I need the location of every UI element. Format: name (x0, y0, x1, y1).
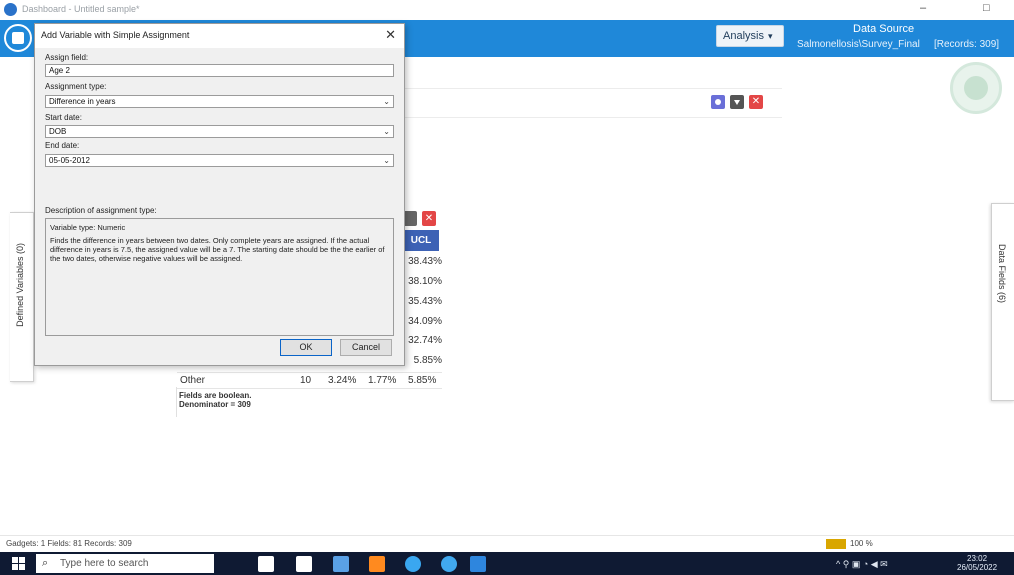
chevron-down-icon: ⌄ (383, 127, 390, 136)
row-lcl: 1.77% (368, 375, 397, 386)
gear-app-icon[interactable] (441, 556, 457, 572)
assignment-type-value: Difference in years (49, 97, 116, 106)
end-date-select[interactable]: 05-05-2012 ⌄ (45, 154, 394, 167)
dialog-title-bar: Add Variable with Simple Assignment ✕ (35, 24, 404, 48)
minimize-button[interactable]: – (920, 2, 926, 14)
status-bar: Gadgets: 1 Fields: 81 Records: 309 100 % (0, 535, 1014, 553)
assignment-type-label: Assignment type: (45, 82, 107, 91)
gadget-settings-icon[interactable] (711, 95, 725, 109)
end-date-label: End date: (45, 141, 80, 150)
chevron-down-icon: ▾ (767, 31, 773, 41)
ucl-cell: 34.09% (408, 316, 442, 327)
app-logo-icon[interactable] (4, 24, 32, 52)
defined-variables-label: Defined Variables (0) (15, 243, 25, 327)
data-fields-tab[interactable]: Data Fields (6) (991, 203, 1014, 401)
audio-app-icon[interactable] (296, 556, 312, 572)
analysis-label: Analysis (723, 30, 764, 42)
ucl-cell: 32.74% (408, 335, 442, 346)
footnote-line: Denominator = 309 (179, 400, 251, 409)
ucl-cell: 35.43% (408, 296, 442, 307)
add-variable-dialog: Add Variable with Simple Assignment ✕ As… (34, 23, 405, 366)
mail-app-icon[interactable] (333, 556, 349, 572)
taskbar-clock[interactable]: 23:02 26/05/2022 (957, 554, 997, 572)
table-filter-icon[interactable] (403, 211, 417, 226)
ucl-column-header: UCL (403, 230, 439, 251)
app-icon (4, 3, 17, 16)
description-label: Description of assignment type: (45, 206, 157, 215)
row-label: Other (180, 375, 206, 386)
windows-taskbar: ⌕ Type here to search ^ ⚲ ▣ ◔ ◀ ✉ 23:02 … (0, 552, 1014, 575)
description-text: Finds the difference in years between tw… (50, 236, 385, 263)
row-ucl: 5.85% (408, 375, 437, 386)
defined-variables-tab[interactable]: Defined Variables (0) (10, 212, 34, 382)
row-percent: 3.24% (328, 375, 357, 386)
gadget-filter-icon[interactable] (730, 95, 744, 109)
ucl-cell: 5.85% (413, 355, 442, 366)
assign-field-input[interactable]: Age 2 (45, 64, 394, 77)
dialog-close-icon[interactable]: ✕ (385, 27, 396, 43)
assignment-type-select[interactable]: Difference in years ⌄ (45, 95, 394, 108)
start-date-value: DOB (49, 127, 67, 136)
table-close-icon[interactable]: ✕ (422, 211, 436, 226)
start-date-select[interactable]: DOB ⌄ (45, 125, 394, 138)
ucl-cell: 38.43% (408, 256, 442, 267)
penguin-app-icon[interactable] (258, 556, 274, 572)
window-title-bar: Dashboard - Untitled sample* – □ (0, 0, 1014, 21)
analysis-dropdown[interactable]: Analysis ▾ (716, 25, 784, 47)
blue-circle-app-icon[interactable] (405, 556, 421, 572)
clock-date: 26/05/2022 (957, 563, 998, 572)
footnote-line: Fields are boolean. (179, 391, 252, 400)
description-box: Variable type: Numeric Finds the differe… (45, 218, 394, 336)
clock-time: 23:02 (967, 554, 988, 563)
data-source-path[interactable]: Salmonellosis\Survey_Final (797, 39, 920, 50)
cancel-button[interactable]: Cancel (340, 339, 392, 356)
dialog-title: Add Variable with Simple Assignment (41, 30, 190, 40)
gadget-toolbar-strip (402, 88, 782, 118)
end-date-value: 05-05-2012 (49, 156, 90, 165)
chevron-down-icon: ⌄ (383, 156, 390, 165)
start-date-label: Start date: (45, 113, 82, 122)
data-fields-label: Data Fields (6) (997, 244, 1007, 304)
data-source-records: [Records: 309] (934, 39, 1000, 50)
maximize-button[interactable]: □ (983, 2, 990, 14)
zoom-level[interactable]: 100 % (850, 539, 873, 548)
ucl-cell: 38.10% (408, 276, 442, 287)
ok-button[interactable]: OK (280, 339, 332, 356)
table-footnote: Fields are boolean. Denominator = 309 (179, 391, 251, 409)
assign-field-value: Age 2 (49, 66, 70, 75)
fire-app-icon[interactable] (369, 556, 385, 572)
row-count: 10 (300, 375, 312, 386)
active-app-icon[interactable] (470, 556, 486, 572)
window-title: Dashboard - Untitled sample* (22, 4, 140, 14)
variable-type-text: Variable type: Numeric (50, 223, 126, 232)
windows-start-icon[interactable] (12, 557, 25, 570)
data-source-title[interactable]: Data Source (853, 23, 914, 35)
gadget-close-icon[interactable]: ✕ (749, 95, 763, 109)
status-text: Gadgets: 1 Fields: 81 Records: 309 (6, 539, 132, 548)
system-tray-icons[interactable]: ^ ⚲ ▣ ◔ ◀ ✉ (836, 559, 888, 570)
table-row: Other 10 3.24% 1.77% 5.85% (177, 372, 442, 389)
search-icon: ⌕ (42, 557, 49, 569)
view-mode-icon[interactable] (826, 539, 846, 549)
assign-field-label: Assign field: (45, 53, 89, 62)
taskbar-search-input[interactable]: ⌕ Type here to search (36, 554, 214, 573)
canvas-circle-widget-icon[interactable] (950, 62, 1002, 114)
chevron-down-icon: ⌄ (383, 97, 390, 106)
search-placeholder: Type here to search (60, 558, 149, 569)
table-border (176, 387, 177, 417)
